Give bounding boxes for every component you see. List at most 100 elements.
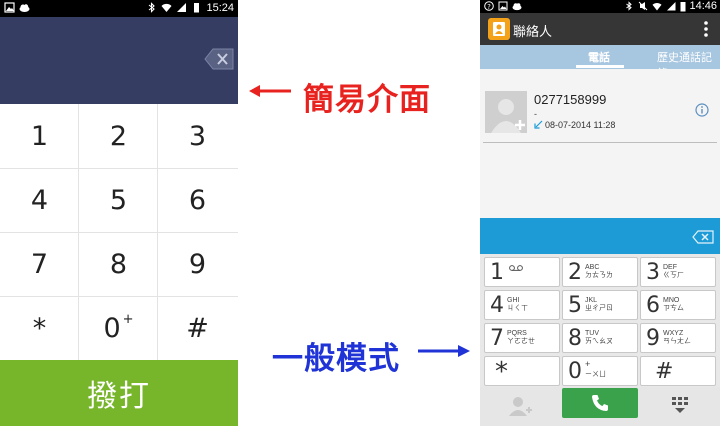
status-bar: ? 14:46: [480, 0, 720, 13]
wifi-icon: [652, 2, 662, 11]
arrow-left-icon: [249, 85, 291, 97]
key-5[interactable]: 5: [79, 168, 158, 232]
key-zhuyin: ㄞㄟㄠㄡ: [585, 338, 613, 345]
avatar[interactable]: [485, 91, 527, 133]
key-7[interactable]: 7: [0, 232, 79, 296]
key-digit: 9: [646, 326, 660, 351]
number-display: [0, 17, 238, 104]
key-3[interactable]: 3: [158, 104, 237, 168]
dialpad-toggle-icon[interactable]: [670, 396, 690, 414]
key-label: 8: [109, 248, 128, 280]
key-hash[interactable]: #: [640, 356, 716, 386]
key-2[interactable]: 2: [79, 104, 158, 168]
key-letters: PQRS: [507, 330, 527, 337]
tab-bar: 電話 歷史通話記錄: [480, 45, 720, 80]
add-contact-icon[interactable]: [507, 395, 533, 417]
key-label: 9: [188, 248, 207, 280]
annotation-simple-text: 簡易介面: [303, 82, 431, 117]
key-digit: 2: [568, 260, 582, 285]
voicemail-icon: [509, 265, 523, 271]
incoming-call-icon: [534, 120, 543, 129]
key-8[interactable]: 8: [79, 232, 158, 296]
key-label: 4: [30, 184, 49, 216]
mute-icon: [638, 1, 648, 11]
key-zhuyin: ㄢㄣㄤㄥ: [663, 338, 691, 345]
key-zhuyin: ㄉㄊㄋㄌ: [585, 272, 613, 279]
key-digit: 7: [490, 326, 504, 351]
key-letters: MNO: [663, 297, 680, 304]
backspace-icon[interactable]: [692, 230, 714, 244]
page-title: 聯絡人: [513, 24, 553, 39]
call-label: 撥打: [87, 380, 151, 413]
key-label: #: [186, 312, 209, 344]
key-star[interactable]: *: [484, 356, 560, 386]
status-time: 15:24: [206, 2, 234, 14]
key-0[interactable]: 0 + ㄧㄨㄩ: [562, 356, 638, 386]
key-zhuyin: ㄚㄛㄜㄝ: [507, 338, 535, 345]
call-log-datetime: 08-07-2014 11:28: [545, 120, 616, 130]
call-log-number: 0277158999: [534, 92, 607, 107]
dial-display: [480, 218, 720, 254]
general-keypad: 1 2 ABC ㄉㄊㄋㄌ 3 DEF ㄍㄎㄏ 4 GHI ㄐㄑㄒ 5 JKL ㄓㄔㄕㄖ 6 MNO…: [480, 254, 720, 387]
tab-indicator: [576, 65, 624, 68]
key-letters: WXYZ: [663, 330, 684, 337]
cloud-icon: [512, 3, 522, 11]
app-bar: 聯絡人: [480, 13, 720, 45]
key-3[interactable]: 3 DEF ㄍㄎㄏ: [640, 257, 716, 287]
key-label: 5: [109, 184, 128, 216]
key-label: *: [32, 312, 47, 344]
key-label: 6: [188, 184, 207, 216]
status-bar: 15:24: [0, 0, 238, 17]
overflow-menu-icon[interactable]: [704, 20, 708, 38]
key-digit: 6: [646, 293, 660, 318]
key-1[interactable]: 1: [0, 104, 79, 168]
status-time: 14:46: [689, 0, 717, 12]
call-button[interactable]: [562, 388, 638, 418]
key-5[interactable]: 5 JKL ㄓㄔㄕㄖ: [562, 290, 638, 320]
key-zhuyin: ㄐㄑㄒ: [507, 305, 528, 312]
divider: [483, 142, 717, 143]
key-digit: 5: [568, 293, 582, 318]
key-9[interactable]: 9: [158, 232, 237, 296]
key-2[interactable]: 2 ABC ㄉㄊㄋㄌ: [562, 257, 638, 287]
key-4[interactable]: 4 GHI ㄐㄑㄒ: [484, 290, 560, 320]
general-mode-phone: ? 14:46 聯絡人 電話 歷史通話記錄 0277158999 - 08-07…: [480, 0, 720, 426]
battery-icon: [680, 2, 686, 12]
dialer-bottom-bar: [480, 387, 720, 426]
wifi-icon: [161, 3, 172, 12]
tab-phone[interactable]: 電話: [588, 49, 610, 65]
bluetooth-icon: [626, 1, 632, 11]
key-4[interactable]: 4: [0, 168, 79, 232]
key-label: 2: [109, 120, 128, 152]
call-log-label: -: [534, 109, 537, 119]
key-0[interactable]: 0 +: [79, 296, 158, 360]
call-button[interactable]: 撥打: [0, 360, 238, 426]
key-1[interactable]: 1: [484, 257, 560, 287]
key-digit: *: [495, 357, 508, 387]
image-icon: [4, 2, 15, 13]
key-9[interactable]: 9 WXYZ ㄢㄣㄤㄥ: [640, 323, 716, 353]
annotation-general-text: 一般模式: [272, 341, 400, 376]
key-6[interactable]: 6: [158, 168, 237, 232]
key-zhuyin: ㄓㄔㄕㄖ: [585, 305, 613, 312]
battery-icon: [194, 3, 199, 13]
key-label: 7: [30, 248, 49, 280]
key-digit: 0: [568, 359, 582, 384]
key-8[interactable]: 8 TUV ㄞㄟㄠㄡ: [562, 323, 638, 353]
key-sublabel: +: [122, 311, 134, 327]
info-icon[interactable]: [695, 103, 709, 117]
call-log-entry[interactable]: 0277158999 - 08-07-2014 11:28: [483, 88, 717, 140]
key-label: 0: [103, 312, 121, 344]
key-digit: 1: [490, 260, 504, 285]
key-zhuyin: ㄗㄘㄙ: [663, 305, 684, 312]
help-icon: ?: [484, 1, 494, 11]
key-star[interactable]: *: [0, 296, 79, 360]
key-7[interactable]: 7 PQRS ㄚㄛㄜㄝ: [484, 323, 560, 353]
svg-text:?: ?: [487, 3, 491, 11]
key-label: 1: [30, 120, 49, 152]
key-6[interactable]: 6 MNO ㄗㄘㄙ: [640, 290, 716, 320]
contacts-app-icon[interactable]: [488, 18, 510, 40]
key-zhuyin: ㄍㄎㄏ: [663, 272, 684, 279]
backspace-icon[interactable]: [204, 48, 234, 70]
key-hash[interactable]: #: [158, 296, 237, 360]
